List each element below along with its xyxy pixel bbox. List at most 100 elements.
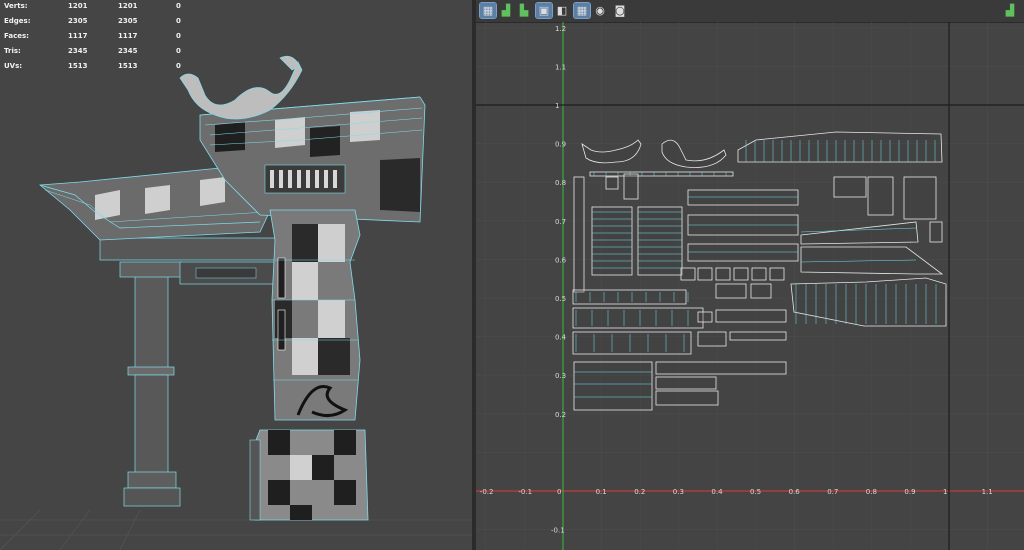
uv-shell-small[interactable] xyxy=(715,283,747,299)
uv-shell-small[interactable] xyxy=(605,176,619,190)
uv-shell-small[interactable] xyxy=(929,221,943,243)
v-tick-label: 0.3 xyxy=(555,372,566,380)
uv-shell-small[interactable] xyxy=(750,283,772,299)
uv-shell-pillar-a[interactable] xyxy=(591,206,633,276)
hud-value: 1117 xyxy=(118,32,138,40)
uv-shell-small[interactable] xyxy=(655,376,717,390)
v-tick-label: 0.8 xyxy=(555,179,566,187)
uv-shell-small[interactable] xyxy=(655,390,719,406)
u-tick-label: 0.6 xyxy=(789,488,801,496)
uv-shell-plank[interactable] xyxy=(572,331,692,355)
u-tick-label: 1 xyxy=(943,488,947,496)
hud-label: UVs: xyxy=(4,62,23,70)
uv-dim-icon[interactable]: ◉ xyxy=(592,3,608,18)
u-tick-label: 0 xyxy=(557,488,561,496)
hud-label: Faces: xyxy=(4,32,29,40)
uv-shell-small[interactable] xyxy=(733,267,749,281)
v-tick-label: 1.1 xyxy=(555,63,566,71)
uv-shell-roof-big[interactable] xyxy=(790,277,947,327)
left-pillar[interactable] xyxy=(119,261,183,507)
u-tick-label: 0.5 xyxy=(750,488,761,496)
uv-shell-small[interactable] xyxy=(751,267,767,281)
hud-value: 2305 xyxy=(118,17,138,25)
hud-value: 1201 xyxy=(68,2,88,10)
uv-canvas[interactable]: -0.2 -0.1 0 0.1 0.2 0.3 0.4 0.5 0.6 0.7 0.8 0.9 1 1.1… xyxy=(476,22,1024,550)
uv-shell-small[interactable] xyxy=(729,331,787,341)
hud-row-tris: Tris: 2345 2345 0 xyxy=(0,45,200,60)
hud-value: 0 xyxy=(176,47,181,55)
uv-shell-small[interactable] xyxy=(697,267,713,281)
v-tick-label: -0.1 xyxy=(551,527,565,535)
u-tick-label: 0.4 xyxy=(711,488,723,496)
u-tick-label: 0.3 xyxy=(673,488,684,496)
uv-shells[interactable] xyxy=(572,131,947,411)
uv-checker-icon[interactable]: ▦ xyxy=(573,2,591,19)
v-tick-label: 0.2 xyxy=(555,411,566,419)
uv-shell-dragon-right[interactable] xyxy=(661,139,727,168)
poly-count-hud: Verts: 1201 1201 0 Edges: 2305 2305 0 Fa… xyxy=(0,0,200,75)
hud-row-faces: Faces: 1117 1117 0 xyxy=(0,30,200,45)
hud-row-edges: Edges: 2305 2305 0 xyxy=(0,15,200,30)
v-tick-label: 0.4 xyxy=(555,334,567,342)
uv-editor-panel[interactable]: ▦ ▟ ▙ ▣ ◧ ▦ ◉ ◙ ▟ -0.2 -0.1 0 0.1 0.2 0.3 0.4 0… xyxy=(476,0,1024,550)
hud-label: Verts: xyxy=(4,2,28,10)
ground-grid xyxy=(0,509,472,550)
uv-shell-roof-tip[interactable] xyxy=(800,246,944,275)
uv-isolate-icon[interactable]: ◧ xyxy=(554,3,570,18)
uv-shell-beam-a[interactable] xyxy=(687,189,799,206)
uv-toolbar: ▦ ▟ ▙ ▣ ◧ ▦ ◉ ◙ ▟ xyxy=(476,0,1024,23)
u-tick-label: -0.2 xyxy=(480,488,494,496)
hud-value: 0 xyxy=(176,2,181,10)
hud-row-uvs: UVs: 1513 1513 0 xyxy=(0,60,200,75)
hud-value: 1513 xyxy=(68,62,88,70)
pillar-base[interactable] xyxy=(249,429,369,521)
uv-display-icon[interactable]: ▟ xyxy=(1002,3,1018,18)
uv-shell-roof-top[interactable] xyxy=(737,131,943,163)
hud-row-verts: Verts: 1201 1201 0 xyxy=(0,0,200,15)
uv-shell-beam-c[interactable] xyxy=(687,243,799,262)
uv-shell-small[interactable] xyxy=(655,361,787,375)
u-tick-label: 0.8 xyxy=(866,488,877,496)
uv-shell-pillar-b[interactable] xyxy=(637,206,683,276)
viewport-scene xyxy=(0,55,472,550)
uv-shell-small[interactable] xyxy=(715,267,731,281)
uv-shell-small[interactable] xyxy=(680,267,696,281)
uv-shell-roof-long[interactable] xyxy=(800,221,919,245)
v-tick-label: 1 xyxy=(555,102,559,110)
uv-shell-small[interactable] xyxy=(623,173,639,200)
uv-shell-block[interactable] xyxy=(867,176,894,216)
u-tick-label: 0.7 xyxy=(827,488,838,496)
uv-shell-plank[interactable] xyxy=(572,307,704,329)
u-tick-label: 0.1 xyxy=(596,488,607,496)
uv-shell-plank[interactable] xyxy=(573,361,653,411)
hud-value: 0 xyxy=(176,17,181,25)
uv-shell-block[interactable] xyxy=(903,176,937,220)
v-tick-label: 0.6 xyxy=(555,256,567,264)
uv-layout-icon[interactable]: ▦ xyxy=(479,2,497,19)
hud-label: Edges: xyxy=(4,17,31,25)
right-pillar[interactable] xyxy=(269,209,361,421)
v-tick-label: 0.5 xyxy=(555,295,566,303)
hud-value: 2345 xyxy=(68,47,88,55)
hud-value: 2305 xyxy=(68,17,88,25)
uv-grid-icon[interactable]: ▙ xyxy=(516,3,532,18)
hud-value: 1117 xyxy=(68,32,88,40)
uv-texture-icon[interactable]: ▣ xyxy=(535,2,553,19)
uv-shell-small[interactable] xyxy=(715,309,787,323)
hud-value: 1513 xyxy=(118,62,138,70)
uv-shell-side[interactable] xyxy=(573,176,585,293)
u-tick-label: 1.1 xyxy=(982,488,993,496)
uv-shell-small[interactable] xyxy=(769,267,785,281)
uv-snapshot-icon[interactable]: ◙ xyxy=(612,3,628,18)
uv-shell-strip[interactable] xyxy=(589,171,734,177)
uv-shell-small[interactable] xyxy=(697,331,727,347)
perspective-viewport[interactable]: Verts: 1201 1201 0 Edges: 2305 2305 0 Fa… xyxy=(0,0,472,550)
hud-value: 0 xyxy=(176,32,181,40)
uv-shell-block[interactable] xyxy=(833,176,867,198)
uv-shell-small[interactable] xyxy=(697,311,713,323)
uv-shell-icon[interactable]: ▟ xyxy=(498,3,514,18)
v-tick-label: 1.2 xyxy=(555,25,566,33)
u-tick-label: 0.9 xyxy=(904,488,915,496)
hud-label: Tris: xyxy=(4,47,21,55)
u-tick-label: 0.2 xyxy=(634,488,645,496)
